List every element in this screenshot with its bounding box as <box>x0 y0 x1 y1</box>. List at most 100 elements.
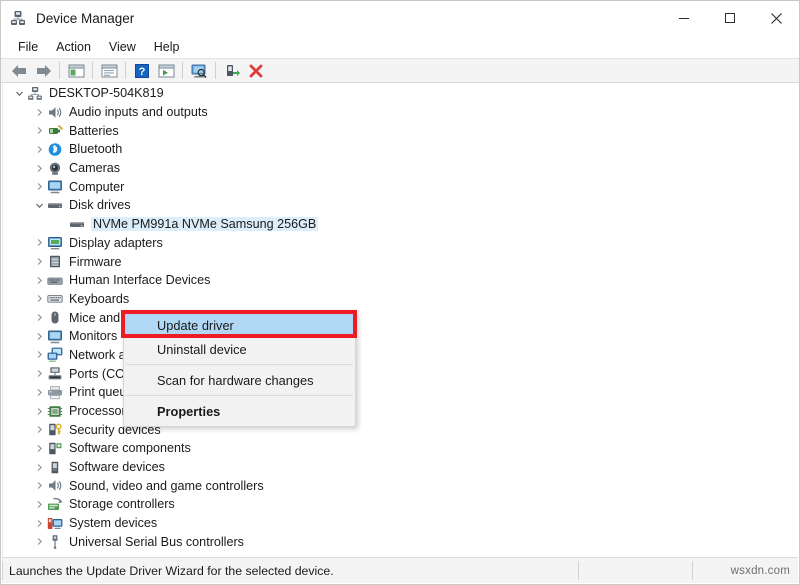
back-button[interactable] <box>7 59 31 82</box>
tree-item-storage-controllers[interactable]: Storage controllers <box>3 495 798 514</box>
update-driver-button[interactable] <box>154 59 178 82</box>
tree-item-bluetooth[interactable]: Bluetooth <box>3 140 798 159</box>
context-menu-item-scan-for-hardware-changes[interactable]: Scan for hardware changes <box>124 368 355 392</box>
port-icon <box>46 366 63 382</box>
chevron-right-icon[interactable] <box>33 346 46 365</box>
tree-item-label: Audio inputs and outputs <box>69 105 208 120</box>
tree-item-cameras[interactable]: Cameras <box>3 159 798 178</box>
toolbar: ? <box>1 58 799 83</box>
toolbar-separator <box>125 62 126 79</box>
chevron-right-icon[interactable] <box>33 514 46 533</box>
chevron-right-icon[interactable] <box>33 234 46 253</box>
forward-button[interactable] <box>31 59 55 82</box>
tree-item-root[interactable]: DESKTOP-504K819 <box>3 84 798 103</box>
tree-item-software-devices[interactable]: Software devices <box>3 458 798 477</box>
tree-item-label: Storage controllers <box>69 497 175 512</box>
storage-controller-icon <box>46 496 63 512</box>
chevron-right-icon[interactable] <box>33 103 46 122</box>
chevron-right-icon[interactable] <box>33 420 46 439</box>
context-menu-item-update-driver[interactable]: Update driver <box>124 313 355 337</box>
tree-item-label: Firmware <box>69 254 122 269</box>
tree-item-label: Software components <box>69 441 191 456</box>
chevron-right-icon[interactable] <box>33 271 46 290</box>
watermark: wsxdn.com <box>730 564 790 577</box>
chevron-right-icon[interactable] <box>33 439 46 458</box>
chevron-right-icon[interactable] <box>33 159 46 178</box>
tree-item-batteries[interactable]: Batteries <box>3 121 798 140</box>
chevron-right-icon[interactable] <box>33 252 46 271</box>
chevron-right-icon[interactable] <box>33 290 46 309</box>
chevron-right-icon[interactable] <box>33 383 46 402</box>
close-button[interactable] <box>753 1 799 35</box>
security-device-icon <box>46 422 63 438</box>
minimize-button[interactable] <box>661 1 707 35</box>
status-bar-separator <box>692 561 693 580</box>
menu-item-help[interactable]: Help <box>145 38 189 56</box>
disk-drive-icon <box>68 216 85 232</box>
device-tree[interactable]: DESKTOP-504K819 Audio inputs and outputs <box>2 84 798 557</box>
bluetooth-icon <box>46 141 63 157</box>
context-menu[interactable]: Update driver Uninstall device Scan for … <box>123 310 356 427</box>
tree-item-label: DESKTOP-504K819 <box>49 86 164 101</box>
context-menu-item-label: Update driver <box>157 317 234 333</box>
tree-item-human-interface-devices[interactable]: Human Interface Devices <box>3 271 798 290</box>
uninstall-device-button[interactable] <box>244 59 268 82</box>
tree-item-software-components[interactable]: Software components <box>3 439 798 458</box>
show-hide-console-tree-button[interactable] <box>64 59 88 82</box>
window-controls <box>661 1 799 35</box>
context-menu-item-label: Scan for hardware changes <box>157 372 314 388</box>
tree-item-label: System devices <box>69 516 158 531</box>
tree-item-label: Bluetooth <box>69 142 123 157</box>
tree-item-sound-video-and-game-controllers[interactable]: Sound, video and game controllers <box>3 476 798 495</box>
chevron-right-icon[interactable] <box>33 533 46 552</box>
context-menu-separator <box>126 395 353 396</box>
monitor-icon <box>46 179 63 195</box>
tree-item-firmware[interactable]: Firmware <box>3 252 798 271</box>
context-menu-item-properties[interactable]: Properties <box>124 399 355 423</box>
chevron-right-icon[interactable] <box>33 308 46 327</box>
chevron-right-icon[interactable] <box>33 140 46 159</box>
tree-item-label: Universal Serial Bus controllers <box>69 534 244 549</box>
tree-item-audio-inputs-and-outputs[interactable]: Audio inputs and outputs <box>3 103 798 122</box>
chevron-right-icon[interactable] <box>33 402 46 421</box>
enable-device-button[interactable] <box>220 59 244 82</box>
tree-item-disk-drives[interactable]: Disk drives <box>3 196 798 215</box>
menu-item-action[interactable]: Action <box>47 38 100 56</box>
title-bar: Device Manager <box>1 1 799 35</box>
status-bar-separator <box>2 561 3 580</box>
toolbar-separator <box>182 62 183 79</box>
camera-icon <box>46 160 63 176</box>
tree-item-nvme-disk[interactable]: NVMe PM991a NVMe Samsung 256GB <box>3 215 798 234</box>
chevron-down-icon[interactable] <box>33 196 46 215</box>
chevron-right-icon[interactable] <box>33 177 46 196</box>
help-button[interactable]: ? <box>130 59 154 82</box>
hid-icon <box>46 272 63 288</box>
tree-item-system-devices[interactable]: System devices <box>3 514 798 533</box>
firmware-icon <box>46 254 63 270</box>
chevron-right-icon[interactable] <box>33 327 46 346</box>
properties-button[interactable] <box>97 59 121 82</box>
software-device-icon <box>46 459 63 475</box>
menu-item-view[interactable]: View <box>100 38 145 56</box>
maximize-button[interactable] <box>707 1 753 35</box>
chevron-right-icon[interactable] <box>33 495 46 514</box>
mouse-icon <box>46 310 63 326</box>
tree-item-label: Cameras <box>69 161 121 176</box>
usb-icon <box>46 534 63 550</box>
display-adapter-icon <box>46 235 63 251</box>
tree-item-display-adapters[interactable]: Display adapters <box>3 234 798 253</box>
scan-hardware-changes-button[interactable] <box>187 59 211 82</box>
monitor-icon <box>46 328 63 344</box>
chevron-down-icon[interactable] <box>13 84 26 103</box>
menu-item-file[interactable]: File <box>9 38 47 56</box>
chevron-right-icon[interactable] <box>33 458 46 477</box>
chevron-right-icon[interactable] <box>33 364 46 383</box>
computer-root-icon <box>26 85 43 101</box>
chevron-right-icon[interactable] <box>33 121 46 140</box>
status-bar: Launches the Update Driver Wizard for th… <box>2 557 798 583</box>
tree-item-universal-serial-bus-controllers[interactable]: Universal Serial Bus controllers <box>3 533 798 552</box>
tree-item-keyboards[interactable]: Keyboards <box>3 290 798 309</box>
tree-item-computer[interactable]: Computer <box>3 177 798 196</box>
context-menu-item-uninstall-device[interactable]: Uninstall device <box>124 337 355 361</box>
chevron-right-icon[interactable] <box>33 476 46 495</box>
